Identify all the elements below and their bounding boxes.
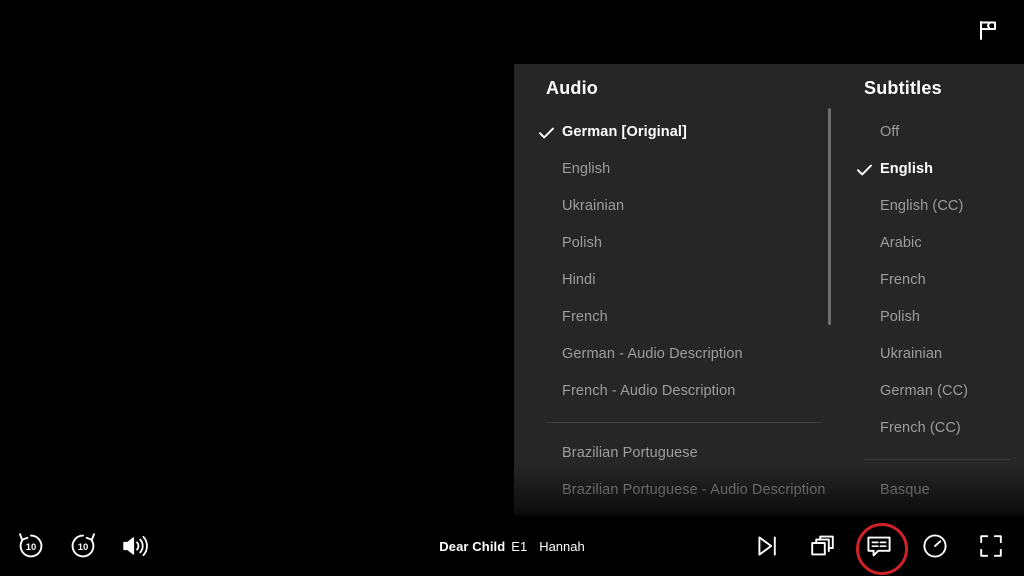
subtitles-option-english-cc[interactable]: English (CC): [848, 188, 1024, 225]
volume-button[interactable]: [118, 529, 152, 563]
subtitles-option-label: English (CC): [880, 198, 964, 214]
audio-option-brazilian-portuguese-audio-description[interactable]: Brazilian Portuguese - Audio Description: [530, 472, 830, 509]
audio-option-label: German - Audio Description: [562, 346, 743, 362]
controls-right: [750, 523, 1024, 575]
audio-option-hindi[interactable]: Hindi: [530, 262, 830, 299]
subtitles-option-label: Ukrainian: [880, 346, 943, 362]
rewind-10-button[interactable]: 10: [14, 529, 48, 563]
subtitles-option-label: Basque: [880, 482, 930, 498]
forward-10-button[interactable]: 10: [66, 529, 100, 563]
subtitles-option-basque[interactable]: Basque: [848, 472, 1024, 509]
subtitles-option-label: German (CC): [880, 383, 969, 399]
audio-group-divider: [546, 422, 822, 423]
subtitles-option-polish[interactable]: Polish: [848, 299, 1024, 336]
audio-option-list: German [Original] English Ukrainian Poli…: [530, 114, 830, 410]
episodes-button[interactable]: [806, 529, 840, 563]
audio-option-label: Brazilian Portuguese: [562, 445, 698, 461]
audio-option-polish[interactable]: Polish: [530, 225, 830, 262]
subtitles-group-divider: [864, 459, 1010, 460]
audio-option-czech[interactable]: Czech: [530, 509, 830, 516]
audio-option-list-secondary: Brazilian Portuguese Brazilian Portugues…: [530, 435, 830, 516]
audio-option-label: Hindi: [562, 272, 596, 288]
audio-option-label: English: [562, 161, 611, 177]
check-icon: [856, 151, 872, 188]
audio-subtitles-panel: Audio German [Original] English Ukrainia…: [514, 64, 1024, 516]
controls-left: 10 10: [0, 529, 152, 563]
fullscreen-button[interactable]: [974, 529, 1008, 563]
subtitles-column: Subtitles Off English English (CC) Arabi…: [830, 64, 1024, 516]
subtitles-option-label: English: [880, 161, 934, 177]
subtitles-option-german-cc[interactable]: German (CC): [848, 373, 1024, 410]
subtitles-option-off[interactable]: Off: [848, 114, 1024, 151]
audio-option-label: German [Original]: [562, 124, 687, 140]
subtitles-option-label: Off: [880, 124, 900, 140]
control-bar: 10 10 Dear Child E1 Hannah: [0, 516, 1024, 576]
subtitles-option-french[interactable]: French: [848, 262, 1024, 299]
audio-option-label: French: [562, 309, 608, 325]
subtitles-option-brazilian-portuguese[interactable]: Brazilian Portuguese: [848, 509, 1024, 516]
playback-speed-button[interactable]: [918, 529, 952, 563]
subtitles-option-list: Off English English (CC) Arabic French P…: [848, 114, 1024, 447]
fullscreen-icon: [978, 533, 1004, 559]
episodes-icon: [809, 533, 837, 559]
subtitles-option-label: French: [880, 272, 926, 288]
audio-column-title: Audio: [546, 78, 598, 98]
playback-speed-icon: [921, 532, 949, 560]
now-playing-show: Dear Child: [439, 538, 506, 554]
subtitles-column-title: Subtitles: [864, 78, 942, 98]
audio-option-label: Polish: [562, 235, 603, 251]
audio-option-german-audio-description[interactable]: German - Audio Description: [530, 336, 830, 373]
audio-option-french-audio-description[interactable]: French - Audio Description: [530, 373, 830, 410]
audio-option-ukrainian[interactable]: Ukrainian: [530, 188, 830, 225]
audio-option-label: Brazilian Portuguese - Audio Description: [562, 482, 826, 498]
subtitles-option-label: Polish: [880, 309, 921, 325]
audio-option-english[interactable]: English: [530, 151, 830, 188]
audio-option-label: Ukrainian: [562, 198, 625, 214]
subtitles-option-ukrainian[interactable]: Ukrainian: [848, 336, 1024, 373]
svg-text:10: 10: [26, 542, 37, 553]
audio-option-french[interactable]: French: [530, 299, 830, 336]
subtitles-button[interactable]: [856, 523, 908, 575]
audio-option-german-original[interactable]: German [Original]: [530, 114, 830, 151]
subtitles-option-arabic[interactable]: Arabic: [848, 225, 1024, 262]
subtitles-icon: [865, 533, 893, 559]
now-playing-episode: E1: [511, 538, 528, 554]
subtitles-option-label: French (CC): [880, 420, 961, 436]
volume-icon: [121, 533, 149, 559]
video-player: Audio German [Original] English Ukrainia…: [0, 0, 1024, 576]
subtitles-option-english[interactable]: English: [848, 151, 1024, 188]
forward-10-icon: 10: [68, 531, 98, 561]
subtitles-option-french-cc[interactable]: French (CC): [848, 410, 1024, 447]
audio-option-label: French - Audio Description: [562, 383, 736, 399]
subtitles-option-list-secondary: Basque Brazilian Portuguese: [848, 472, 1024, 516]
flag-icon: [976, 18, 1000, 42]
now-playing-episode-title: Hannah: [539, 538, 585, 554]
subtitles-option-label: Arabic: [880, 235, 922, 251]
next-episode-button[interactable]: [750, 529, 784, 563]
rewind-10-icon: 10: [16, 531, 46, 561]
audio-option-brazilian-portuguese[interactable]: Brazilian Portuguese: [530, 435, 830, 472]
flag-button[interactable]: [966, 8, 1010, 52]
check-icon: [538, 114, 554, 151]
audio-column: Audio German [Original] English Ukrainia…: [514, 64, 831, 516]
next-episode-icon: [754, 533, 780, 559]
svg-text:10: 10: [78, 542, 89, 553]
